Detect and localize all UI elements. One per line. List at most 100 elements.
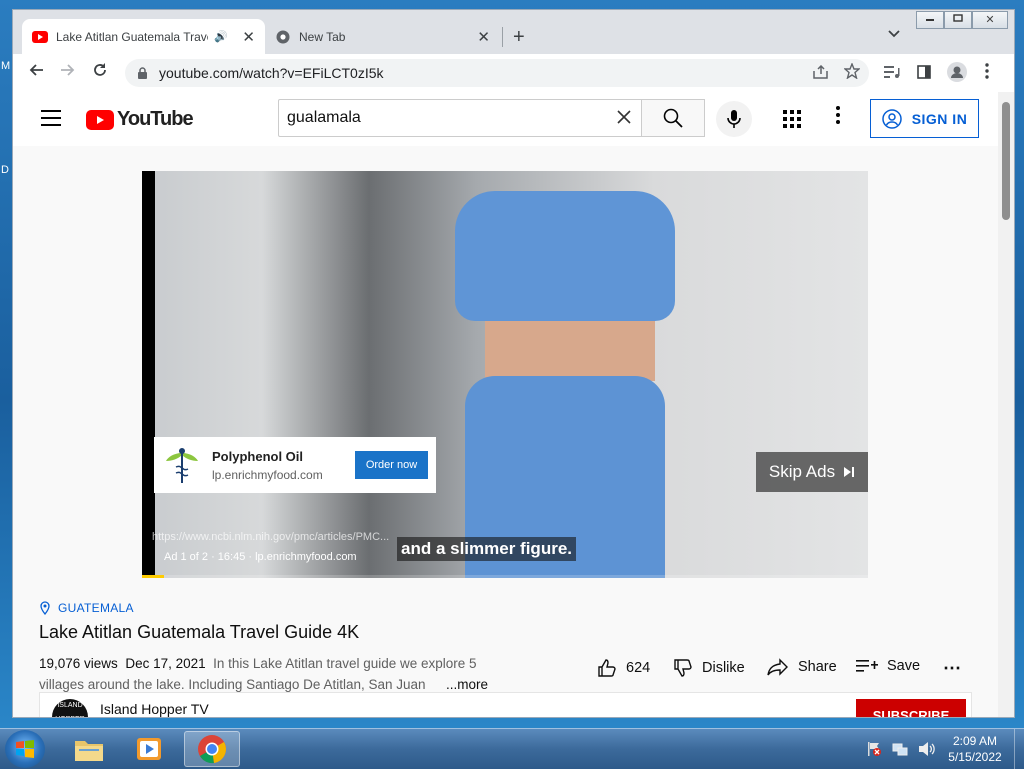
tab-close-icon[interactable]: ✕ (477, 28, 490, 46)
ad-caption: and a slimmer figure. (397, 537, 576, 561)
ad-progress-bar[interactable] (142, 575, 868, 578)
description-line: In this Lake Atitlan travel guide we exp… (213, 656, 477, 671)
sign-in-label: SIGN IN (911, 110, 968, 127)
windows-logo-icon (16, 740, 34, 758)
voice-search-button[interactable] (716, 101, 752, 137)
advertiser-logo-icon (160, 443, 204, 487)
skip-ads-button[interactable]: Skip Ads (756, 452, 868, 492)
close-window-button[interactable]: ✕ (972, 11, 1008, 29)
youtube-logo[interactable]: YouTube (86, 108, 194, 131)
reload-icon[interactable] (89, 62, 111, 84)
start-button[interactable] (5, 730, 45, 768)
system-tray (866, 741, 936, 757)
search-button[interactable] (642, 99, 705, 137)
tab-strip: Lake Atitlan Guatemala Trave 🔊 ✕ New Tab… (13, 10, 1014, 54)
hashtag-label: GUATEMALA (58, 601, 134, 615)
like-button[interactable]: 624 (597, 658, 650, 678)
channel-avatar[interactable]: ISLAND HOPPER (52, 699, 88, 717)
back-icon[interactable] (25, 62, 47, 84)
bookmark-star-icon[interactable] (843, 62, 861, 83)
search-box[interactable] (278, 99, 642, 137)
scrollbar-thumb[interactable] (1002, 102, 1010, 220)
tab-youtube[interactable]: Lake Atitlan Guatemala Trave 🔊 ✕ (22, 19, 265, 54)
chrome-menu-icon[interactable] (985, 63, 989, 83)
view-count: 19,076 views (39, 656, 118, 671)
browser-window: Lake Atitlan Guatemala Trave 🔊 ✕ New Tab… (12, 9, 1015, 718)
watch-page: Polyphenol Oil lp.enrichmyfood.com Order… (13, 146, 998, 717)
network-icon[interactable] (892, 741, 908, 757)
subscribe-button[interactable]: SUBSCRIBE (856, 699, 966, 717)
dislike-label: Dislike (702, 660, 745, 676)
taskbar-explorer[interactable] (61, 731, 117, 767)
media-player-icon (137, 738, 161, 760)
save-button[interactable]: Save (856, 658, 920, 674)
profile-avatar-icon[interactable] (947, 62, 967, 86)
search-input[interactable] (285, 108, 609, 128)
advertiser-name[interactable]: Polyphenol Oil (212, 449, 323, 464)
show-desktop-button[interactable] (1014, 729, 1024, 769)
ad-progress-fill (142, 575, 164, 578)
action-center-flag-icon[interactable] (866, 741, 882, 757)
settings-more-icon[interactable] (836, 106, 840, 130)
address-bar[interactable]: youtube.com/watch?v=EFiLCT0zI5k (125, 59, 869, 87)
channel-name[interactable]: Island Hopper TV (100, 701, 209, 717)
taskbar-clock[interactable]: 2:09 AM 5/15/2022 (940, 733, 1010, 765)
tab-close-icon[interactable]: ✕ (242, 28, 255, 46)
video-hashtag[interactable]: GUATEMALA (40, 601, 134, 615)
page-scrollbar[interactable] (998, 92, 1014, 717)
ad-video-frame (155, 171, 868, 578)
lock-icon[interactable] (137, 67, 149, 79)
youtube-apps-icon[interactable] (783, 110, 801, 128)
folder-icon (75, 741, 103, 761)
video-player[interactable]: Polyphenol Oil lp.enrichmyfood.com Order… (142, 171, 868, 578)
tab-new-tab[interactable]: New Tab ✕ (265, 19, 500, 54)
guide-menu-icon[interactable] (41, 110, 61, 131)
windows-taskbar: 2:09 AM 5/15/2022 (0, 728, 1024, 769)
taskbar-media-player[interactable] (122, 731, 178, 767)
playlist-add-icon (856, 660, 878, 672)
video-description[interactable]: 19,076 views Dec 17, 2021 In this Lake A… (39, 653, 499, 695)
youtube-header: YouTube SIGN IN (13, 92, 998, 146)
ad-overlay-url: https://www.ncbi.nlm.nih.gov/pmc/article… (152, 531, 390, 543)
desktop-icon-label[interactable]: D (1, 164, 9, 176)
order-now-button[interactable]: Order now (355, 451, 428, 479)
skip-next-icon (844, 467, 855, 477)
sign-in-button[interactable]: SIGN IN (870, 99, 979, 138)
thumbs-up-icon (598, 659, 616, 677)
minimize-button[interactable] (916, 11, 944, 29)
upload-date: Dec 17, 2021 (125, 656, 206, 671)
video-frame-figure (485, 321, 655, 381)
youtube-favicon-icon (32, 29, 48, 45)
ad-meta-text: Ad 1 of 2 · 16:45 · lp.enrichmyfood.com (164, 551, 357, 563)
new-tab-button[interactable]: + (513, 26, 525, 49)
tab-search-icon[interactable] (888, 27, 900, 41)
channel-bar: ISLAND HOPPER Island Hopper TV SUBSCRIBE (39, 692, 972, 717)
forward-icon[interactable] (57, 62, 79, 84)
chrome-icon (198, 735, 226, 764)
volume-icon[interactable] (918, 741, 936, 757)
desktop-icon-label[interactable]: M (1, 60, 10, 72)
maximize-button[interactable] (944, 11, 972, 29)
speaker-icon[interactable]: 🔊 (214, 30, 228, 43)
tab-divider (502, 27, 503, 47)
more-actions-button[interactable]: ⋯ (943, 658, 961, 679)
youtube-wordmark: YouTube (117, 108, 194, 130)
tab-title: Lake Atitlan Guatemala Trave (56, 29, 208, 44)
taskbar-chrome[interactable] (184, 731, 240, 767)
chrome-favicon-icon (275, 29, 291, 45)
share-page-icon[interactable] (813, 64, 829, 83)
ad-overlay-card[interactable]: Polyphenol Oil lp.enrichmyfood.com Order… (154, 437, 436, 493)
share-label: Share (798, 659, 837, 675)
dislike-button[interactable]: Dislike (673, 658, 745, 678)
share-button[interactable]: Share (767, 658, 837, 676)
advertiser-domain[interactable]: lp.enrichmyfood.com (212, 468, 323, 482)
microphone-icon (727, 110, 741, 128)
media-control-icon[interactable] (884, 65, 900, 83)
clear-search-icon[interactable] (617, 107, 631, 130)
video-title: Lake Atitlan Guatemala Travel Guide 4K (39, 622, 360, 642)
account-icon (881, 108, 902, 129)
side-panel-icon[interactable] (917, 65, 931, 83)
browser-toolbar: youtube.com/watch?v=EFiLCT0zI5k (13, 54, 1014, 93)
clock-time: 2:09 AM (952, 734, 998, 748)
url-text[interactable]: youtube.com/watch?v=EFiLCT0zI5k (159, 65, 384, 81)
